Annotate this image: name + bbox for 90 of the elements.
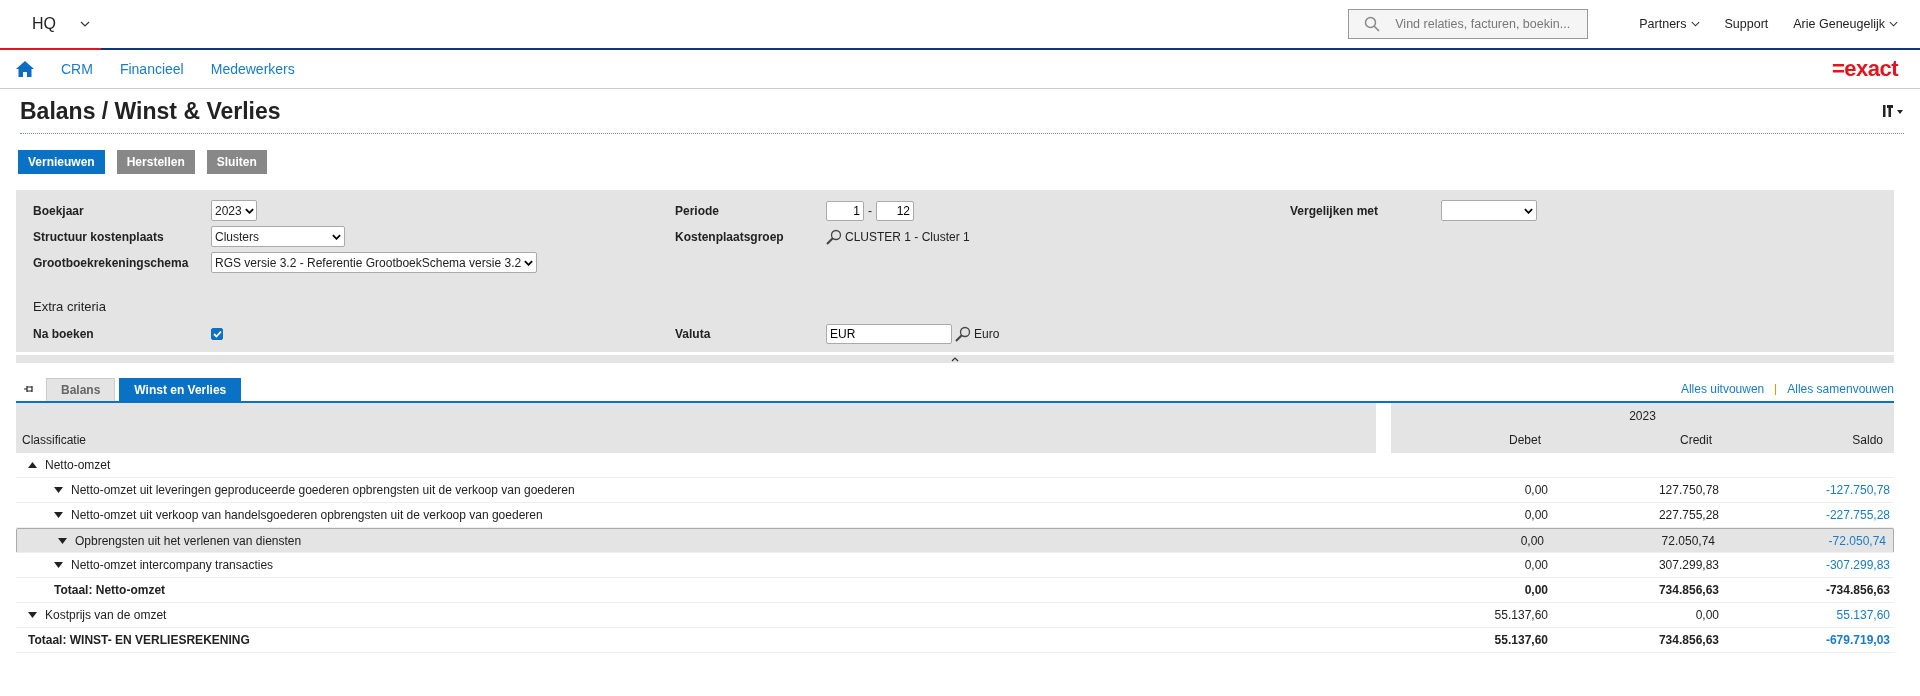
chevron-down-icon[interactable] [80, 21, 90, 27]
row-label: Opbrengsten uit het verlenen van diensten [75, 533, 302, 548]
company-name: HQ [32, 15, 56, 33]
table-cell-text: 734.856,63 [1657, 583, 1719, 597]
caret-icon [332, 233, 341, 240]
column-header: Saldo [1851, 433, 1883, 447]
row-label: Totaal: Netto-omzet [54, 583, 166, 597]
caret-icon [524, 259, 534, 266]
currency-field[interactable]: EUR [826, 324, 952, 344]
row-label: Netto-omzet uit leveringen geproduceerde goederen opbrengsten uit de verkoop van goederen [71, 483, 575, 497]
menu-item[interactable]: Support [1724, 17, 1769, 31]
year-select[interactable]: 2023 [211, 200, 257, 221]
link[interactable]: Alles samenvouwen [1787, 382, 1894, 396]
caret-icon [244, 207, 254, 214]
field-label: Kostenplaatsgroep [675, 229, 785, 244]
row-label: Netto-omzet [45, 458, 111, 472]
expand-icon[interactable] [54, 562, 63, 568]
row-label: Netto-omzet intercompany transacties [71, 558, 274, 572]
row-label: Kostprijs van de omzet [45, 608, 167, 622]
chevron-down-icon [1690, 21, 1700, 27]
field-label: Boekjaar [33, 203, 85, 218]
expand-icon[interactable] [58, 537, 67, 544]
table-cell-text: 72.050,74 [1660, 533, 1715, 548]
table-cell-text: 55.137,60 [1493, 633, 1548, 647]
tab[interactable]: Balans [46, 378, 116, 401]
nav-link[interactable]: Financieel [119, 61, 184, 77]
nav-link[interactable]: CRM [61, 61, 93, 77]
amount-link[interactable]: -307.299,83 [1719, 558, 1890, 572]
column-header: Classificatie [16, 403, 1376, 453]
period-from-field[interactable]: 1 [826, 200, 864, 221]
link[interactable]: Alles uitvouwen [1680, 382, 1765, 396]
field-label: Na boeken [33, 327, 95, 341]
currency-name: Euro [974, 327, 1000, 341]
caret-icon [1524, 207, 1533, 214]
checkbox[interactable] [211, 328, 223, 340]
action-button[interactable]: Sluiten [206, 150, 267, 174]
logo: =exact [1831, 56, 1898, 82]
range-separator: - [868, 203, 872, 218]
amount-link[interactable]: -72.050,74 [1715, 533, 1886, 548]
table-cell-text: 227.755,28 [1657, 508, 1719, 522]
amount-link[interactable]: 55.137,60 [1719, 608, 1890, 622]
row-label: Totaal: WINST- EN VERLIESREKENING [28, 633, 250, 647]
table-cell-text: -734.856,63 [1824, 583, 1890, 597]
menu-item[interactable]: Partners [1639, 17, 1700, 31]
table-cell-text: 0,00 [1523, 558, 1548, 572]
search-icon[interactable] [955, 326, 971, 342]
table-cell-text: 0,00 [1694, 608, 1719, 622]
table-cell-text: 0,00 [1523, 483, 1548, 497]
field-label: Periode [675, 203, 720, 218]
table-cell-text: 0,00 [1523, 508, 1548, 522]
table-cell-text: 127.750,78 [1657, 483, 1719, 497]
field-label: Grootboekrekeningschema [33, 255, 190, 270]
field-label: Structuur kostenplaats [33, 229, 165, 244]
action-button[interactable]: Herstellen [116, 150, 195, 174]
collapse-icon[interactable] [28, 462, 37, 468]
amount-link[interactable]: -127.750,78 [1719, 483, 1890, 497]
year-header: 2023 [1628, 409, 1657, 423]
amount-link[interactable]: -679.719,03 [1719, 633, 1890, 647]
chevron-down-icon [1889, 21, 1898, 27]
column-header: Debet [1507, 433, 1541, 447]
section-heading: Extra criteria [33, 299, 107, 314]
tools-icon[interactable] [1882, 104, 1904, 118]
expand-icon[interactable] [28, 612, 37, 618]
column-header: Credit [1679, 433, 1712, 447]
table-cell-text: 0,00 [1519, 533, 1544, 548]
menu-item[interactable]: Arie Geneugelijk [1793, 17, 1898, 31]
period-to-field[interactable]: 12 [876, 200, 914, 221]
amount-link[interactable]: -227.755,28 [1719, 508, 1890, 522]
table-cell-text: 55.137,60 [1493, 608, 1548, 622]
action-button[interactable]: Vernieuwen [18, 150, 105, 174]
schema-select[interactable]: RGS versie 3.2 - Referentie GrootboekSchema versie 3.2 [211, 252, 538, 273]
table-cell-text: 734.856,63 [1657, 633, 1719, 647]
expand-icon[interactable] [54, 487, 63, 493]
nav-link[interactable]: Medewerkers [210, 61, 295, 77]
page-title: Balans / Winst & Verlies [20, 97, 281, 125]
search-field[interactable]: Vind relaties, facturen, boekin... [1348, 9, 1589, 39]
search-icon [1364, 16, 1381, 32]
structure-select[interactable]: Clusters [211, 226, 345, 247]
tab[interactable]: Winst en Verlies [119, 378, 242, 401]
home-icon[interactable] [16, 61, 34, 77]
field-label: Valuta [675, 327, 712, 341]
pin-icon[interactable] [24, 385, 34, 393]
row-label: Netto-omzet uit verkoop van handelsgoederen opbrengsten uit de verkoop van goederen [71, 508, 543, 522]
collapse-icon[interactable] [951, 356, 959, 362]
lookup-value: CLUSTER 1 - Cluster 1 [845, 229, 970, 244]
table-cell-text: 0,00 [1523, 583, 1548, 597]
table-cell-text: 307.299,83 [1657, 558, 1719, 572]
expand-icon[interactable] [54, 512, 63, 518]
search-icon[interactable] [826, 228, 842, 245]
field-label: Vergelijken met [1290, 203, 1380, 218]
